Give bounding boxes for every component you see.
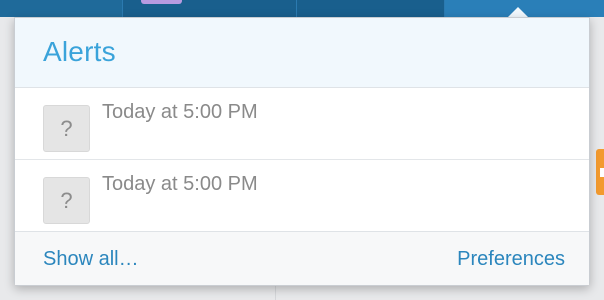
alerts-popover: Alerts ? Today at 5:00 PM ? Today at 5:0… xyxy=(14,17,590,286)
app-top-bar-chip xyxy=(141,0,182,4)
app-top-bar-divider xyxy=(444,0,445,17)
app-top-bar-divider xyxy=(296,0,297,17)
alert-item[interactable]: ? Today at 5:00 PM xyxy=(15,88,589,160)
alert-time: Today at 5:00 PM xyxy=(102,173,258,195)
side-tab[interactable] xyxy=(596,149,604,195)
alert-list: ? Today at 5:00 PM ? Today at 5:00 PM xyxy=(15,88,589,232)
app-top-bar-divider xyxy=(122,0,123,17)
show-all-link[interactable]: Show all… xyxy=(43,248,139,271)
question-mark-icon: ? xyxy=(43,177,90,224)
alerts-footer: Show all… Preferences xyxy=(15,231,589,285)
question-mark-icon: ? xyxy=(43,105,90,152)
alert-time: Today at 5:00 PM xyxy=(102,101,258,123)
alerts-title: Alerts xyxy=(43,36,116,67)
alert-item[interactable]: ? Today at 5:00 PM xyxy=(15,160,589,232)
preferences-link[interactable]: Preferences xyxy=(457,248,565,271)
alerts-header: Alerts xyxy=(15,18,589,88)
